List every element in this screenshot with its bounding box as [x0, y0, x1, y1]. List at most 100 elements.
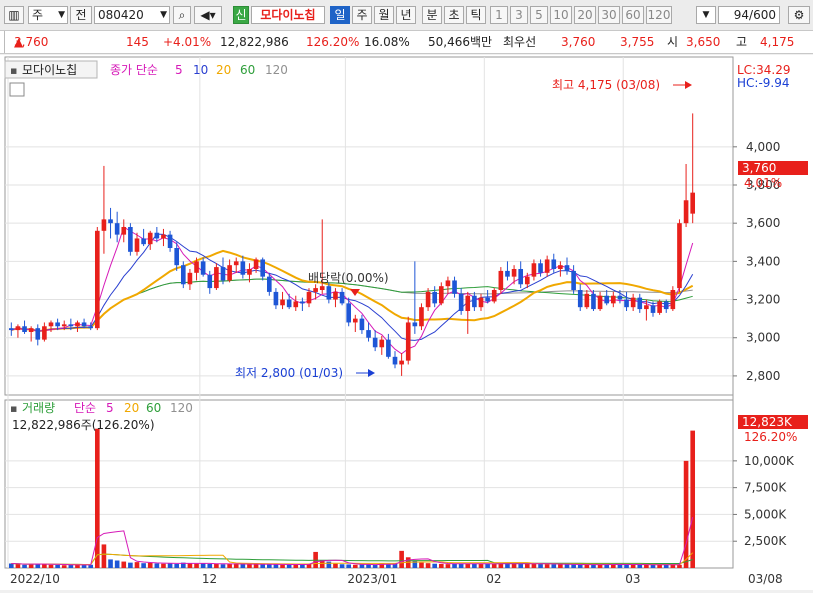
interval-button-3[interactable]: 3: [510, 6, 528, 24]
candle-body: [68, 324, 74, 327]
high-label: 고: [736, 35, 748, 49]
candle-body: [458, 293, 464, 311]
volume-bar: [524, 563, 530, 568]
candle-body: [392, 356, 398, 365]
candle-body: [339, 291, 345, 304]
open-price: 3,650: [686, 35, 721, 49]
hc-value: HC:-9.94: [737, 76, 790, 90]
code-input[interactable]: 080420 ▼: [94, 6, 170, 24]
candle-body: [412, 322, 418, 327]
interval-button-120[interactable]: 120: [646, 6, 672, 24]
candle-body: [650, 305, 656, 313]
interval-button-10[interactable]: 10: [550, 6, 572, 24]
period-button-3[interactable]: 년: [396, 6, 416, 24]
new-button[interactable]: 신: [233, 6, 249, 24]
y-tick-label: 4,000: [746, 140, 780, 154]
period-button-1[interactable]: 주: [352, 6, 372, 24]
stock-chart[interactable]: ▪ 모다이노칩 종가 단순 5 10 20 60 120 LC:34.29 HC…: [0, 55, 813, 590]
volume-bar: [339, 564, 345, 568]
volume-ratio: 126.20%: [306, 35, 360, 49]
x-tick-label: 03: [625, 572, 640, 586]
interval-button-60[interactable]: 60: [622, 6, 644, 24]
volume-bar: [577, 564, 583, 568]
candle-body: [478, 297, 484, 308]
period-button-2[interactable]: 월: [374, 6, 394, 24]
volume-bar: [101, 544, 107, 568]
candle-body: [352, 318, 358, 323]
volume-bar: [346, 564, 352, 568]
candle-body: [359, 318, 365, 331]
period-button-0[interactable]: 일: [330, 6, 350, 24]
volume-bar: [141, 563, 146, 568]
candle-body: [174, 248, 180, 266]
trade-amount: 50,466백만: [428, 35, 493, 49]
y-tick-label: 2,800: [746, 369, 780, 383]
high-price: 4,175: [760, 35, 795, 49]
candle-body: [42, 326, 47, 340]
ask-price: 3,760: [561, 35, 596, 49]
volume-bar: [491, 563, 497, 568]
speaker-icon[interactable]: ◀▾: [194, 6, 222, 24]
candle-body: [333, 291, 338, 300]
volume-bar: [55, 565, 60, 568]
candle-body: [386, 339, 391, 357]
y-tick-label: 3,400: [746, 254, 780, 268]
interval-button-1[interactable]: 1: [490, 6, 508, 24]
volume-bar: [227, 563, 232, 568]
count-value: 94: [733, 8, 750, 22]
candle-body: [88, 326, 94, 329]
candle-body: [670, 290, 676, 310]
chart-menu-icon[interactable]: ▥: [4, 6, 24, 24]
volume-bar: [48, 564, 54, 568]
change-value: 145: [126, 35, 149, 49]
candle-body: [220, 267, 226, 281]
prev-button[interactable]: 전: [70, 6, 92, 24]
candle-body: [346, 303, 352, 323]
current-price-tag-value: 3,760: [742, 161, 776, 175]
y-tick-label: 3,000: [746, 331, 780, 345]
volume-bar: [445, 564, 451, 568]
search-icon[interactable]: ⌕: [173, 6, 191, 24]
candle-body: [121, 227, 127, 235]
legend-marker: ▪: [10, 64, 17, 77]
chevron-down-icon[interactable]: ▼: [696, 6, 716, 24]
volume-bar: [359, 564, 365, 568]
candle-body: [498, 270, 504, 290]
period-button-4[interactable]: 분: [422, 6, 442, 24]
volume-bar: [677, 564, 682, 568]
candle-body: [313, 288, 318, 292]
volume-bars: [8, 428, 696, 568]
ma120-line: [11, 278, 693, 332]
type-select-value: 주: [32, 8, 44, 22]
candle-body: [187, 272, 193, 285]
count-field[interactable]: 94/600: [718, 6, 780, 24]
candle-body: [491, 290, 497, 302]
volume-bar: [558, 564, 563, 568]
x-tick-label: 12: [202, 572, 217, 586]
volume-bar: [286, 564, 292, 568]
interval-button-5[interactable]: 5: [530, 6, 548, 24]
candle-body: [147, 232, 153, 245]
volume-y-tick-label: 5,000K: [744, 507, 787, 521]
volume-bar: [28, 564, 34, 568]
volume-bar: [194, 563, 199, 568]
volume-bar: [564, 564, 570, 568]
candle-body: [472, 295, 477, 308]
period-button-6[interactable]: 틱: [466, 6, 486, 24]
table-toggle-icon[interactable]: [9, 82, 25, 97]
volume-bar: [161, 563, 166, 568]
chart-area[interactable]: ▪ 모다이노칩 종가 단순 5 10 20 60 120 LC:34.29 HC…: [0, 55, 813, 590]
interval-button-20[interactable]: 20: [574, 6, 596, 24]
candle-body: [379, 339, 385, 348]
candle-body: [644, 305, 649, 310]
open-label: 시: [667, 35, 679, 49]
interval-button-30[interactable]: 30: [598, 6, 620, 24]
volume-bar: [531, 563, 537, 568]
period-button-5[interactable]: 초: [444, 6, 464, 24]
settings-icon[interactable]: ⚙: [788, 6, 810, 24]
chevron-down-icon: ▼: [160, 10, 167, 20]
candle-body: [55, 322, 60, 327]
type-select[interactable]: 주 ▼: [28, 6, 68, 24]
candle-body: [419, 307, 424, 327]
candle-body: [114, 223, 120, 235]
